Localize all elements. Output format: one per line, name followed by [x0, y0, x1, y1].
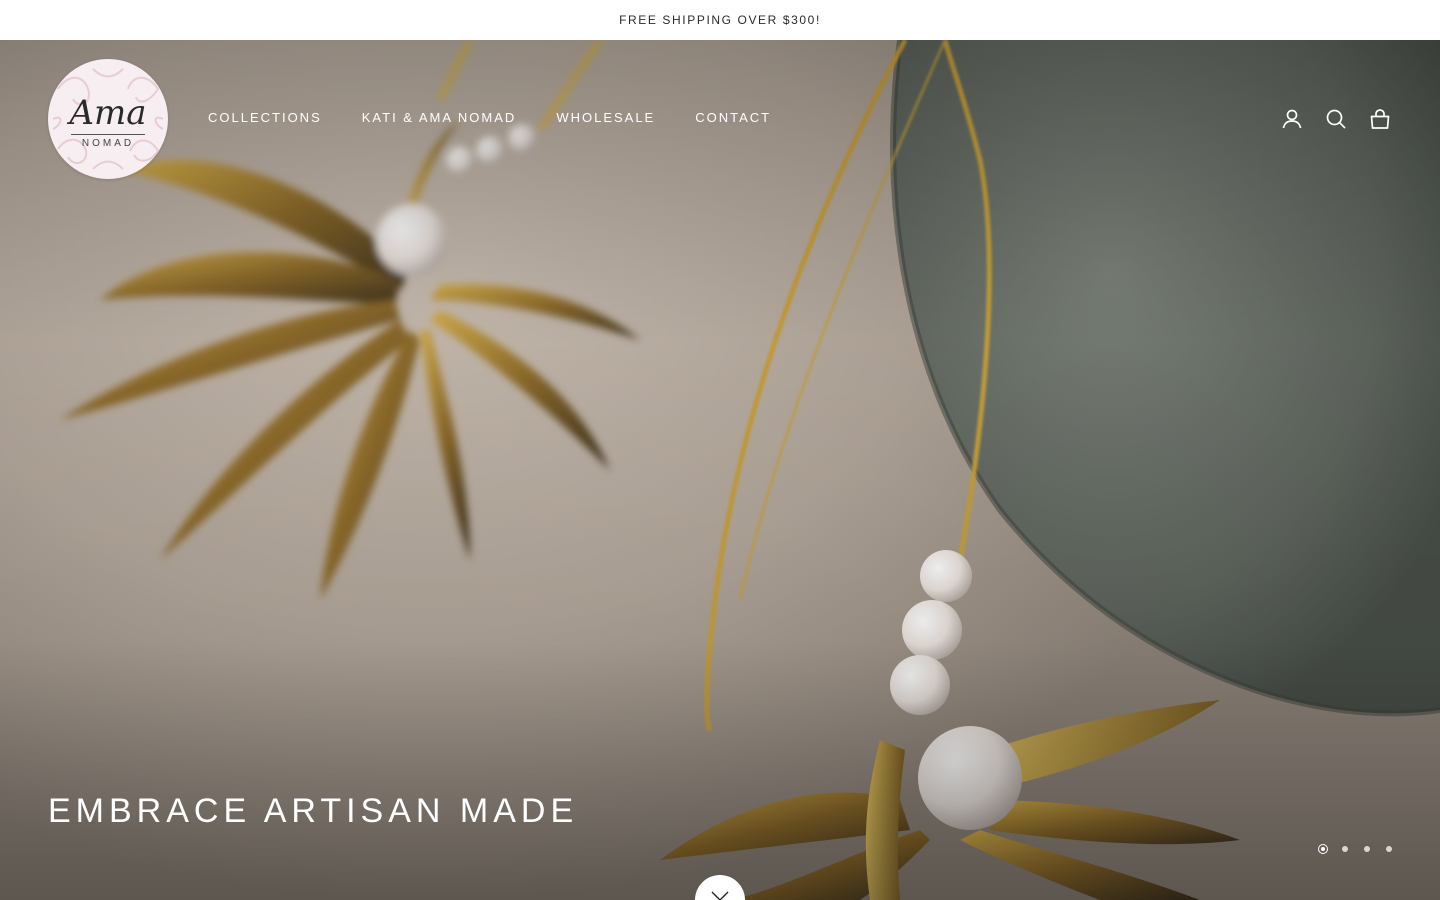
account-icon[interactable]	[1280, 107, 1304, 131]
logo-divider	[71, 133, 145, 135]
slideshow-dots	[1318, 844, 1394, 854]
slide-dot-2[interactable]	[1340, 844, 1350, 854]
hero-title: EMBRACE ARTISAN MADE	[48, 792, 579, 830]
site-header: Ama NOMAD COLLECTIONS KATI & AMA NOMAD W…	[0, 40, 1440, 200]
nav-item-kati-ama-nomad[interactable]: KATI & AMA NOMAD	[362, 110, 517, 125]
nav-item-collections[interactable]: COLLECTIONS	[208, 110, 322, 125]
announcement-text: FREE SHIPPING OVER $300!	[619, 13, 821, 27]
slide-dot-3[interactable]	[1362, 844, 1372, 854]
cart-bag-icon[interactable]	[1368, 107, 1392, 131]
logo-subtext: NOMAD	[81, 137, 135, 149]
slide-dot-4[interactable]	[1384, 844, 1394, 854]
logo-script-text: Ama	[69, 92, 147, 133]
site-logo[interactable]: Ama NOMAD	[48, 59, 168, 179]
announcement-bar: FREE SHIPPING OVER $300!	[0, 0, 1440, 40]
chevron-down-icon	[711, 891, 729, 900]
search-icon[interactable]	[1324, 107, 1348, 131]
nav-item-wholesale[interactable]: WHOLESALE	[556, 110, 655, 125]
nav-item-contact[interactable]: CONTACT	[695, 110, 771, 125]
header-actions	[1280, 107, 1392, 131]
main-nav: COLLECTIONS KATI & AMA NOMAD WHOLESALE C…	[208, 110, 771, 125]
slide-dot-1[interactable]	[1318, 844, 1328, 854]
